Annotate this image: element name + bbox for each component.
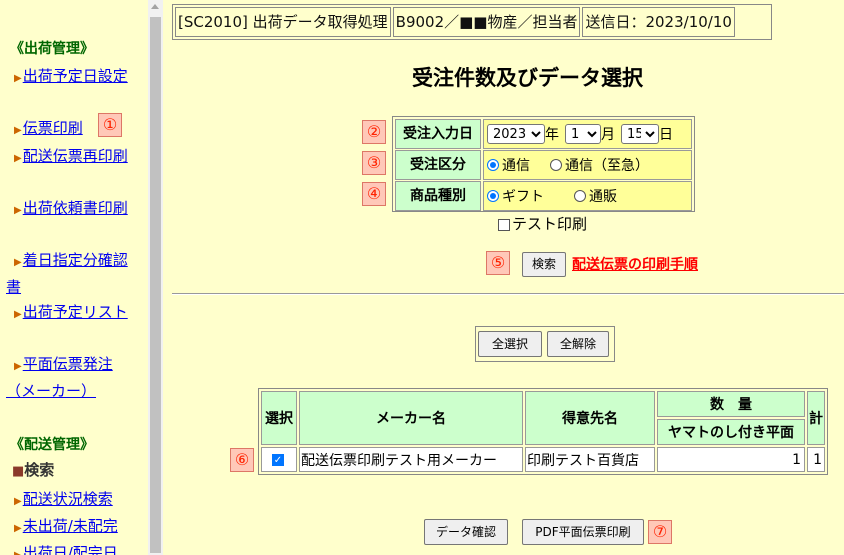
section-title-shipping: 《出荷管理》 bbox=[10, 41, 94, 57]
month-unit: 月 bbox=[601, 127, 615, 143]
order-type-option-urgent: 通信（至急） bbox=[565, 158, 649, 174]
screen-code: [SC2010] 出荷データ取得処理 bbox=[175, 7, 391, 37]
day-unit: 日 bbox=[659, 127, 673, 143]
section-title-delivery: 《配送管理》 bbox=[10, 437, 94, 453]
sidebar-link[interactable]: 出荷予定日設定 bbox=[23, 67, 128, 85]
triangle-icon: ▶ bbox=[14, 523, 22, 534]
data-confirm-button[interactable]: データ確認 bbox=[424, 519, 508, 545]
step-badge-6: ⑥ bbox=[230, 448, 254, 472]
table-header-row: 選択 メーカー名 得意先名 数 量 計 bbox=[261, 391, 825, 445]
order-type-radio-normal[interactable] bbox=[487, 159, 499, 171]
triangle-icon: ▶ bbox=[14, 205, 22, 216]
row-select-cell: ✓ bbox=[261, 447, 297, 472]
year-unit: 年 bbox=[545, 127, 559, 143]
triangle-icon: ▶ bbox=[14, 153, 22, 164]
row-total: 1 bbox=[807, 447, 825, 472]
sidebar-item-request-print[interactable]: ▶出荷依頼書印刷 bbox=[6, 196, 136, 223]
sidebar: 《出荷管理》 ▶出荷予定日設定 ▶伝票印刷 ▶配送伝票再印刷 ▶出荷依頼書印刷 … bbox=[0, 0, 148, 555]
search-button[interactable]: 検索 bbox=[522, 252, 566, 277]
sidebar-link[interactable]: 配送状況検索 bbox=[23, 490, 113, 508]
row-customer: 印刷テスト百貨店 bbox=[525, 447, 655, 472]
product-type-option-mailorder: 通販 bbox=[589, 189, 617, 205]
product-type-option-gift: ギフト bbox=[502, 189, 544, 205]
send-date: 送信日：2023/10/10 bbox=[582, 7, 735, 37]
order-type-row: 受注区分 通信 通信（至急） bbox=[395, 150, 692, 180]
sidebar-item-delivery-status[interactable]: ▶配送状況検索 bbox=[6, 487, 136, 514]
year-select[interactable]: 2023 bbox=[487, 124, 545, 144]
test-print-label: テスト印刷 bbox=[512, 215, 588, 233]
step-badge-4: ④ bbox=[362, 182, 386, 206]
search-form: 受注入力日 2023 年 1 月 15 日 受注区分 通信 通信（至急） 商品種… bbox=[392, 116, 695, 212]
row-qty: 1 bbox=[657, 447, 805, 472]
sidebar-link[interactable]: 平面伝票発注（メーカー） bbox=[6, 355, 113, 400]
scrollbar-thumb[interactable] bbox=[150, 17, 161, 553]
sidebar-link[interactable]: 出荷予定リスト bbox=[23, 303, 128, 321]
print-procedure-link[interactable]: 配送伝票の印刷手順 bbox=[572, 254, 698, 274]
header-bar: [SC2010] 出荷データ取得処理 B9002／■■物産／担当者 送信日：20… bbox=[172, 4, 772, 40]
product-type-value: ギフト 通販 bbox=[483, 181, 692, 211]
order-date-value: 2023 年 1 月 15 日 bbox=[483, 119, 692, 149]
header-maker: メーカー名 bbox=[299, 391, 523, 445]
triangle-icon: ▶ bbox=[14, 550, 22, 555]
day-select[interactable]: 15 bbox=[621, 124, 659, 144]
row-select-checkbox[interactable]: ✓ bbox=[272, 453, 284, 466]
sidebar-link[interactable]: 出荷依頼書印刷 bbox=[23, 199, 128, 217]
sidebar-item-flat-slip-order[interactable]: ▶平面伝票発注（メーカー） bbox=[6, 352, 136, 403]
header-customer: 得意先名 bbox=[525, 391, 655, 445]
sidebar-current-label: 検索 bbox=[24, 461, 55, 479]
test-print-option[interactable]: テスト印刷 bbox=[498, 213, 587, 234]
order-date-label: 受注入力日 bbox=[395, 119, 481, 149]
product-type-radio-mailorder[interactable] bbox=[574, 190, 586, 202]
sidebar-item-search: ■検索 bbox=[6, 458, 136, 484]
header-select: 選択 bbox=[261, 391, 297, 445]
sidebar-item-arrival-confirm[interactable]: ▶着日指定分確認書 bbox=[6, 248, 136, 299]
triangle-icon: ▶ bbox=[14, 496, 22, 507]
triangle-icon: ▶ bbox=[14, 73, 22, 84]
test-print-checkbox[interactable] bbox=[498, 218, 510, 231]
divider bbox=[172, 293, 844, 295]
order-type-label: 受注区分 bbox=[395, 150, 481, 180]
month-select[interactable]: 1 bbox=[565, 124, 601, 144]
page-title: 受注件数及びデータ選択 bbox=[412, 66, 643, 90]
pdf-print-button[interactable]: PDF平面伝票印刷 bbox=[522, 519, 644, 545]
triangle-icon: ▶ bbox=[14, 361, 22, 372]
deselect-all-button[interactable]: 全解除 bbox=[547, 331, 609, 357]
sidebar-link[interactable]: 配送伝票再印刷 bbox=[23, 147, 128, 165]
sidebar-item-shipping-date[interactable]: ▶出荷予定日設定 bbox=[6, 64, 136, 91]
sidebar-item-shipping-list[interactable]: ▶出荷予定リスト bbox=[6, 300, 136, 327]
sidebar-link[interactable]: 出荷日/配完日 bbox=[23, 544, 118, 555]
step-badge-7: ⑦ bbox=[648, 520, 672, 544]
triangle-icon: ▶ bbox=[14, 309, 22, 320]
step-badge-5: ⑤ bbox=[486, 251, 510, 275]
sidebar-scrollbar[interactable] bbox=[148, 0, 163, 555]
header-quantity: 数 量 bbox=[657, 391, 805, 417]
sidebar-link[interactable]: 着日指定分確認書 bbox=[6, 251, 128, 296]
scroll-up-icon[interactable] bbox=[151, 4, 159, 9]
table-row: ✓ 配送伝票印刷テスト用メーカー 印刷テスト百貨店 1 1 bbox=[261, 447, 825, 472]
product-type-radio-gift[interactable] bbox=[487, 190, 499, 202]
order-type-value: 通信 通信（至急） bbox=[483, 150, 692, 180]
row-maker: 配送伝票印刷テスト用メーカー bbox=[299, 447, 523, 472]
order-type-option-normal: 通信 bbox=[502, 158, 530, 174]
step-badge-3: ③ bbox=[362, 151, 386, 175]
order-date-row: 受注入力日 2023 年 1 月 15 日 bbox=[395, 119, 692, 149]
step-badge-1: ① bbox=[98, 113, 122, 137]
triangle-icon: ▶ bbox=[14, 257, 22, 268]
product-type-row: 商品種別 ギフト 通販 bbox=[395, 181, 692, 211]
sidebar-item-ship-date[interactable]: ▶出荷日/配完日 bbox=[6, 541, 136, 555]
user-info: B9002／■■物産／担当者 bbox=[392, 7, 581, 37]
order-table: 選択 メーカー名 得意先名 数 量 計 ヤマトのし付き平面 ✓ 配送伝票印刷テス… bbox=[258, 388, 828, 475]
order-type-radio-urgent[interactable] bbox=[550, 159, 562, 171]
sidebar-item-reprint[interactable]: ▶配送伝票再印刷 bbox=[6, 144, 136, 171]
triangle-icon: ▶ bbox=[14, 125, 22, 136]
sidebar-link[interactable]: 伝票印刷 bbox=[23, 119, 83, 137]
sidebar-item-unshipped[interactable]: ▶未出荷/未配完 bbox=[6, 514, 136, 541]
product-type-label: 商品種別 bbox=[395, 181, 481, 211]
header-total: 計 bbox=[807, 391, 825, 445]
step-badge-2: ② bbox=[362, 120, 386, 144]
square-icon: ■ bbox=[12, 464, 25, 479]
sidebar-link[interactable]: 未出荷/未配完 bbox=[23, 517, 118, 535]
header-quantity-sub: ヤマトのし付き平面 bbox=[657, 419, 805, 445]
select-all-button[interactable]: 全選択 bbox=[478, 331, 542, 357]
